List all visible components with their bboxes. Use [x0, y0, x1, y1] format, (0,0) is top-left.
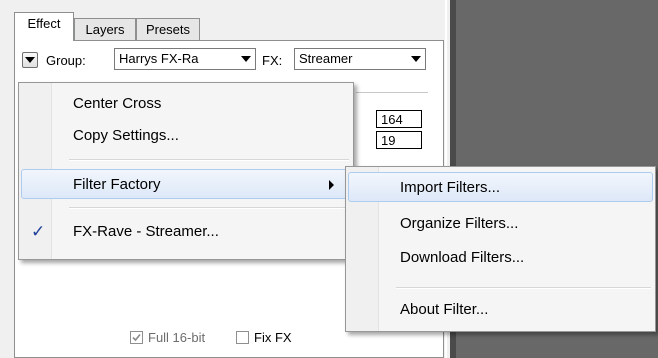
submenu-item-organize-filters[interactable]: Organize Filters... — [348, 209, 653, 239]
menu-item-copy-settings[interactable]: Copy Settings... — [21, 121, 351, 151]
group-label: Group: — [46, 53, 86, 68]
check-icon — [132, 333, 141, 342]
param-divider — [356, 92, 428, 93]
menu-separator — [69, 159, 349, 161]
menu-item-fx-rave-streamer[interactable]: ✓ FX-Rave - Streamer... — [21, 217, 351, 247]
group-menu-button[interactable] — [22, 52, 38, 68]
chevron-down-icon — [411, 56, 421, 62]
menu-separator — [69, 207, 349, 209]
fx-label: FX: — [262, 53, 283, 68]
submenu-item-label: Organize Filters... — [400, 215, 519, 232]
fx-select-value: Streamer — [299, 51, 353, 66]
submenu-item-label: Download Filters... — [400, 249, 525, 266]
submenu-item-import-filters[interactable]: Import Filters... — [348, 172, 653, 202]
tab-presets[interactable]: Presets — [136, 18, 200, 40]
menu-item-center-cross[interactable]: Center Cross — [21, 89, 351, 119]
group-select[interactable]: Harrys FX-Ra — [114, 48, 256, 70]
menu-item-label: FX-Rave - Streamer... — [73, 223, 219, 240]
context-menu: Center Cross Copy Settings... Filter Fac… — [18, 82, 354, 260]
chevron-right-icon — [329, 180, 334, 190]
fx-select[interactable]: Streamer — [294, 48, 426, 70]
submenu-item-label: Import Filters... — [400, 179, 501, 196]
tab-effect[interactable]: Effect — [14, 12, 74, 41]
tab-layers[interactable]: Layers — [74, 18, 136, 40]
full16bit-checkbox[interactable] — [130, 331, 143, 344]
menu-item-label: Copy Settings... — [73, 127, 179, 144]
menu-item-filter-factory[interactable]: Filter Factory — [21, 169, 351, 199]
menu-item-label: Center Cross — [73, 95, 162, 112]
filter-factory-submenu: Import Filters... Organize Filters... Do… — [345, 166, 656, 332]
param-field-2[interactable]: 19 — [376, 131, 422, 149]
submenu-item-label: About Filter... — [400, 301, 489, 318]
full16bit-label: Full 16-bit — [148, 330, 206, 345]
menu-separator — [396, 287, 651, 289]
submenu-item-download-filters[interactable]: Download Filters... — [348, 243, 653, 273]
group-select-value: Harrys FX-Ra — [119, 51, 199, 66]
param-field-1[interactable]: 164 — [376, 110, 422, 128]
triangle-down-icon — [25, 57, 35, 63]
submenu-item-about-filter[interactable]: About Filter... — [348, 295, 653, 325]
chevron-down-icon — [241, 56, 251, 62]
menu-item-label: Filter Factory — [73, 176, 161, 193]
check-icon: ✓ — [31, 222, 46, 241]
fixfx-label: Fix FX — [254, 330, 292, 345]
fixfx-checkbox[interactable] — [236, 331, 249, 344]
